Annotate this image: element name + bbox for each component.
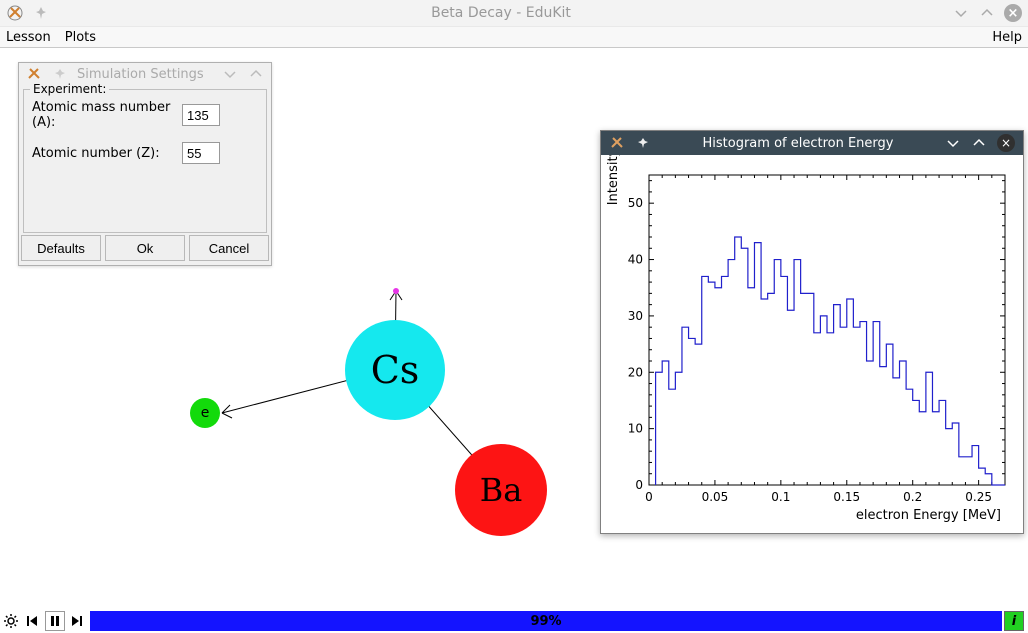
settings-min-icon[interactable]	[221, 65, 239, 83]
skip-back-icon[interactable]	[23, 611, 43, 631]
histogram-titlebar[interactable]: Histogram of electron Energy ×	[601, 131, 1023, 155]
skip-forward-icon[interactable]	[67, 611, 87, 631]
histogram-window[interactable]: Histogram of electron Energy × 0 10 20 30 40…	[600, 130, 1024, 534]
menu-plots[interactable]: Plots	[65, 30, 96, 45]
experiment-fieldset: Experiment: Atomic mass number (A): Atom…	[23, 89, 267, 233]
menubar: Lesson Plots Help	[0, 26, 1028, 48]
experiment-legend: Experiment:	[30, 82, 109, 96]
svg-text:0.25: 0.25	[965, 490, 992, 504]
parent-nucleus: Cs	[345, 320, 445, 420]
pause-icon[interactable]	[45, 611, 65, 631]
hist-close-icon[interactable]: ×	[997, 134, 1015, 152]
maximize-icon[interactable]	[978, 4, 996, 22]
progress-text: 99%	[530, 614, 561, 629]
svg-text:10: 10	[628, 422, 643, 436]
parent-label: Cs	[371, 348, 420, 392]
svg-text:0.1: 0.1	[771, 490, 790, 504]
defaults-button[interactable]: Defaults	[21, 235, 101, 261]
svg-text:20: 20	[628, 365, 643, 379]
svg-text:0: 0	[635, 478, 643, 492]
simulation-settings-panel: Simulation Settings Experiment: Atomic m…	[18, 62, 272, 266]
menu-help[interactable]: Help	[992, 30, 1022, 45]
svg-text:0.2: 0.2	[903, 490, 922, 504]
pin-icon[interactable]	[32, 4, 50, 22]
svg-text:electron Energy [MeV]: electron Energy [MeV]	[856, 508, 1001, 523]
daughter-nucleus: Ba	[455, 444, 547, 536]
hist-pin-icon[interactable]	[635, 135, 651, 151]
cancel-button[interactable]: Cancel	[189, 235, 269, 261]
svg-text:0: 0	[645, 490, 653, 504]
daughter-label: Ba	[480, 471, 523, 509]
svg-text:40: 40	[628, 253, 643, 267]
svg-text:0.15: 0.15	[833, 490, 860, 504]
hist-app-icon	[609, 135, 625, 151]
electron-particle: e	[190, 398, 220, 428]
settings-app-icon	[25, 65, 43, 83]
app-icon	[6, 4, 24, 22]
settings-title: Simulation Settings	[77, 67, 213, 82]
window-title: Beta Decay - EduKit	[50, 5, 952, 21]
mass-number-input[interactable]	[182, 104, 220, 126]
settings-max-icon[interactable]	[247, 65, 265, 83]
hist-max-icon[interactable]	[971, 135, 987, 151]
hist-min-icon[interactable]	[945, 135, 961, 151]
electron-label: e	[201, 405, 210, 421]
histogram-svg: 0 10 20 30 40 50 0 0.05 0.1 0.15 0.2 0.25 electron E…	[601, 155, 1023, 533]
svg-text:Intensity: Intensity	[606, 155, 621, 205]
atomic-number-input[interactable]	[182, 142, 220, 164]
histogram-title: Histogram of electron Energy	[661, 136, 935, 151]
minimize-icon[interactable]	[952, 4, 970, 22]
close-icon[interactable]: ×	[1004, 4, 1022, 22]
atomic-number-label: Atomic number (Z):	[32, 146, 182, 161]
svg-text:30: 30	[628, 309, 643, 323]
playback-bar: 99% i	[0, 609, 1028, 633]
settings-gear-icon[interactable]	[1, 611, 21, 631]
ok-button[interactable]: Ok	[105, 235, 185, 261]
info-icon[interactable]: i	[1004, 611, 1024, 631]
neutrino-particle	[393, 288, 399, 294]
settings-pin-icon[interactable]	[51, 65, 69, 83]
histogram-plot: 0 10 20 30 40 50 0 0.05 0.1 0.15 0.2 0.25 electron E…	[601, 155, 1023, 533]
svg-text:0.05: 0.05	[702, 490, 729, 504]
main-titlebar: Beta Decay - EduKit ×	[0, 0, 1028, 26]
progress-bar[interactable]: 99%	[90, 611, 1002, 631]
mass-number-label: Atomic mass number (A):	[32, 100, 182, 130]
svg-text:50: 50	[628, 196, 643, 210]
menu-lesson[interactable]: Lesson	[6, 30, 51, 45]
